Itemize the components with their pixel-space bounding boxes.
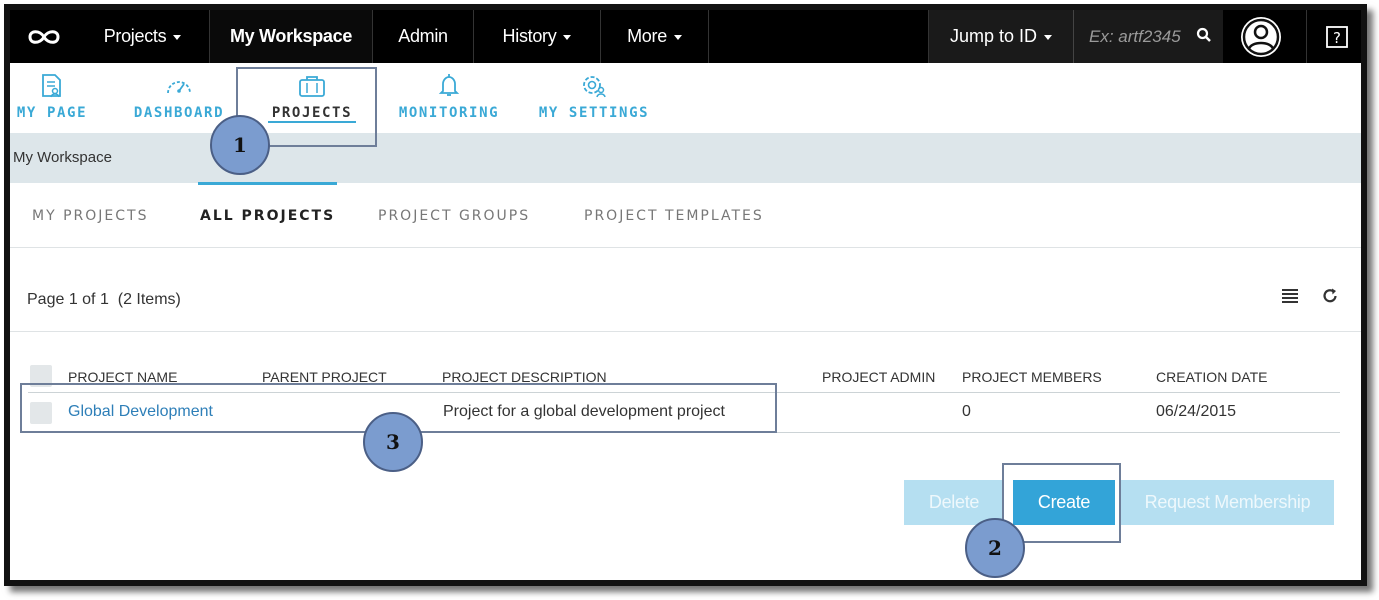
nav-projects-menu[interactable]: Projects — [76, 10, 210, 63]
search-icon[interactable] — [1196, 27, 1212, 48]
nav-projects-label: Projects — [103, 26, 167, 46]
bell-icon — [437, 73, 461, 99]
divider — [10, 331, 1361, 332]
top-nav-bar: Projects My Workspace Admin History More… — [10, 10, 1361, 63]
nav-history-menu[interactable]: History — [474, 10, 601, 63]
workspace-nav: MY PAGE DASHBOARD PROJECTS MONITORING MY… — [10, 63, 1361, 133]
breadcrumb[interactable]: My Workspace — [13, 149, 112, 166]
nav-admin[interactable]: Admin — [373, 10, 474, 63]
refresh-icon[interactable] — [1321, 287, 1339, 310]
list-view-icon[interactable] — [1281, 287, 1299, 308]
creation-date-cell: 06/24/2015 — [1156, 403, 1237, 420]
logo-icon[interactable] — [14, 10, 74, 63]
col-project-members[interactable]: PROJECT MEMBERS — [962, 369, 1102, 385]
user-avatar-icon[interactable] — [1240, 16, 1282, 58]
jump-to-id: Jump to ID — [928, 10, 1223, 63]
chevron-down-icon — [563, 35, 572, 40]
tab-all-projects[interactable]: ALL PROJECTS — [197, 182, 338, 248]
subnav-my-settings-label: MY SETTINGS — [538, 105, 650, 121]
settings-icon — [579, 73, 609, 99]
subnav-my-page[interactable]: MY PAGE — [12, 63, 92, 133]
nav-history-label: History — [502, 26, 557, 46]
page-info: Page 1 of 1 (2 Items) — [27, 291, 181, 308]
jump-to-id-menu[interactable]: Jump to ID — [929, 10, 1074, 63]
callout-1: 1 — [210, 115, 270, 175]
chevron-down-icon — [673, 35, 682, 40]
help-icon[interactable]: ? — [1306, 10, 1361, 63]
col-project-admin[interactable]: PROJECT ADMIN — [822, 369, 935, 385]
subnav-my-page-label: MY PAGE — [16, 105, 88, 121]
chevron-down-icon — [1044, 35, 1053, 40]
subnav-monitoring-label: MONITORING — [398, 105, 500, 121]
my-page-icon — [40, 73, 64, 99]
tab-my-projects[interactable]: MY PROJECTS — [32, 183, 148, 248]
jump-to-id-label: Jump to ID — [949, 26, 1038, 46]
project-members-cell: 0 — [962, 403, 971, 420]
app-window: Projects My Workspace Admin History More… — [4, 4, 1367, 586]
project-tabs: MY PROJECTS ALL PROJECTS PROJECT GROUPS … — [10, 182, 1361, 248]
col-creation-date[interactable]: CREATION DATE — [1156, 369, 1268, 385]
jump-to-id-input[interactable] — [1089, 22, 1189, 52]
subnav-my-settings[interactable]: MY SETTINGS — [538, 63, 650, 133]
subnav-dashboard[interactable]: DASHBOARD — [128, 63, 230, 133]
tab-project-groups[interactable]: PROJECT GROUPS — [378, 183, 530, 248]
nav-more-label: More — [627, 26, 667, 46]
nav-more-menu[interactable]: More — [601, 10, 709, 63]
svg-text:?: ? — [1333, 29, 1341, 47]
chevron-down-icon — [173, 35, 182, 40]
tab-project-templates[interactable]: PROJECT TEMPLATES — [584, 183, 764, 248]
nav-admin-label: Admin — [398, 26, 448, 46]
subnav-monitoring[interactable]: MONITORING — [393, 63, 505, 133]
dashboard-icon — [165, 73, 193, 99]
subnav-dashboard-label: DASHBOARD — [133, 105, 225, 121]
nav-my-workspace-label: My Workspace — [229, 26, 353, 46]
callout-3: 3 — [363, 412, 423, 472]
nav-my-workspace[interactable]: My Workspace — [210, 10, 373, 63]
request-membership-button[interactable]: Request Membership — [1121, 480, 1334, 525]
callout-2: 2 — [965, 518, 1025, 578]
